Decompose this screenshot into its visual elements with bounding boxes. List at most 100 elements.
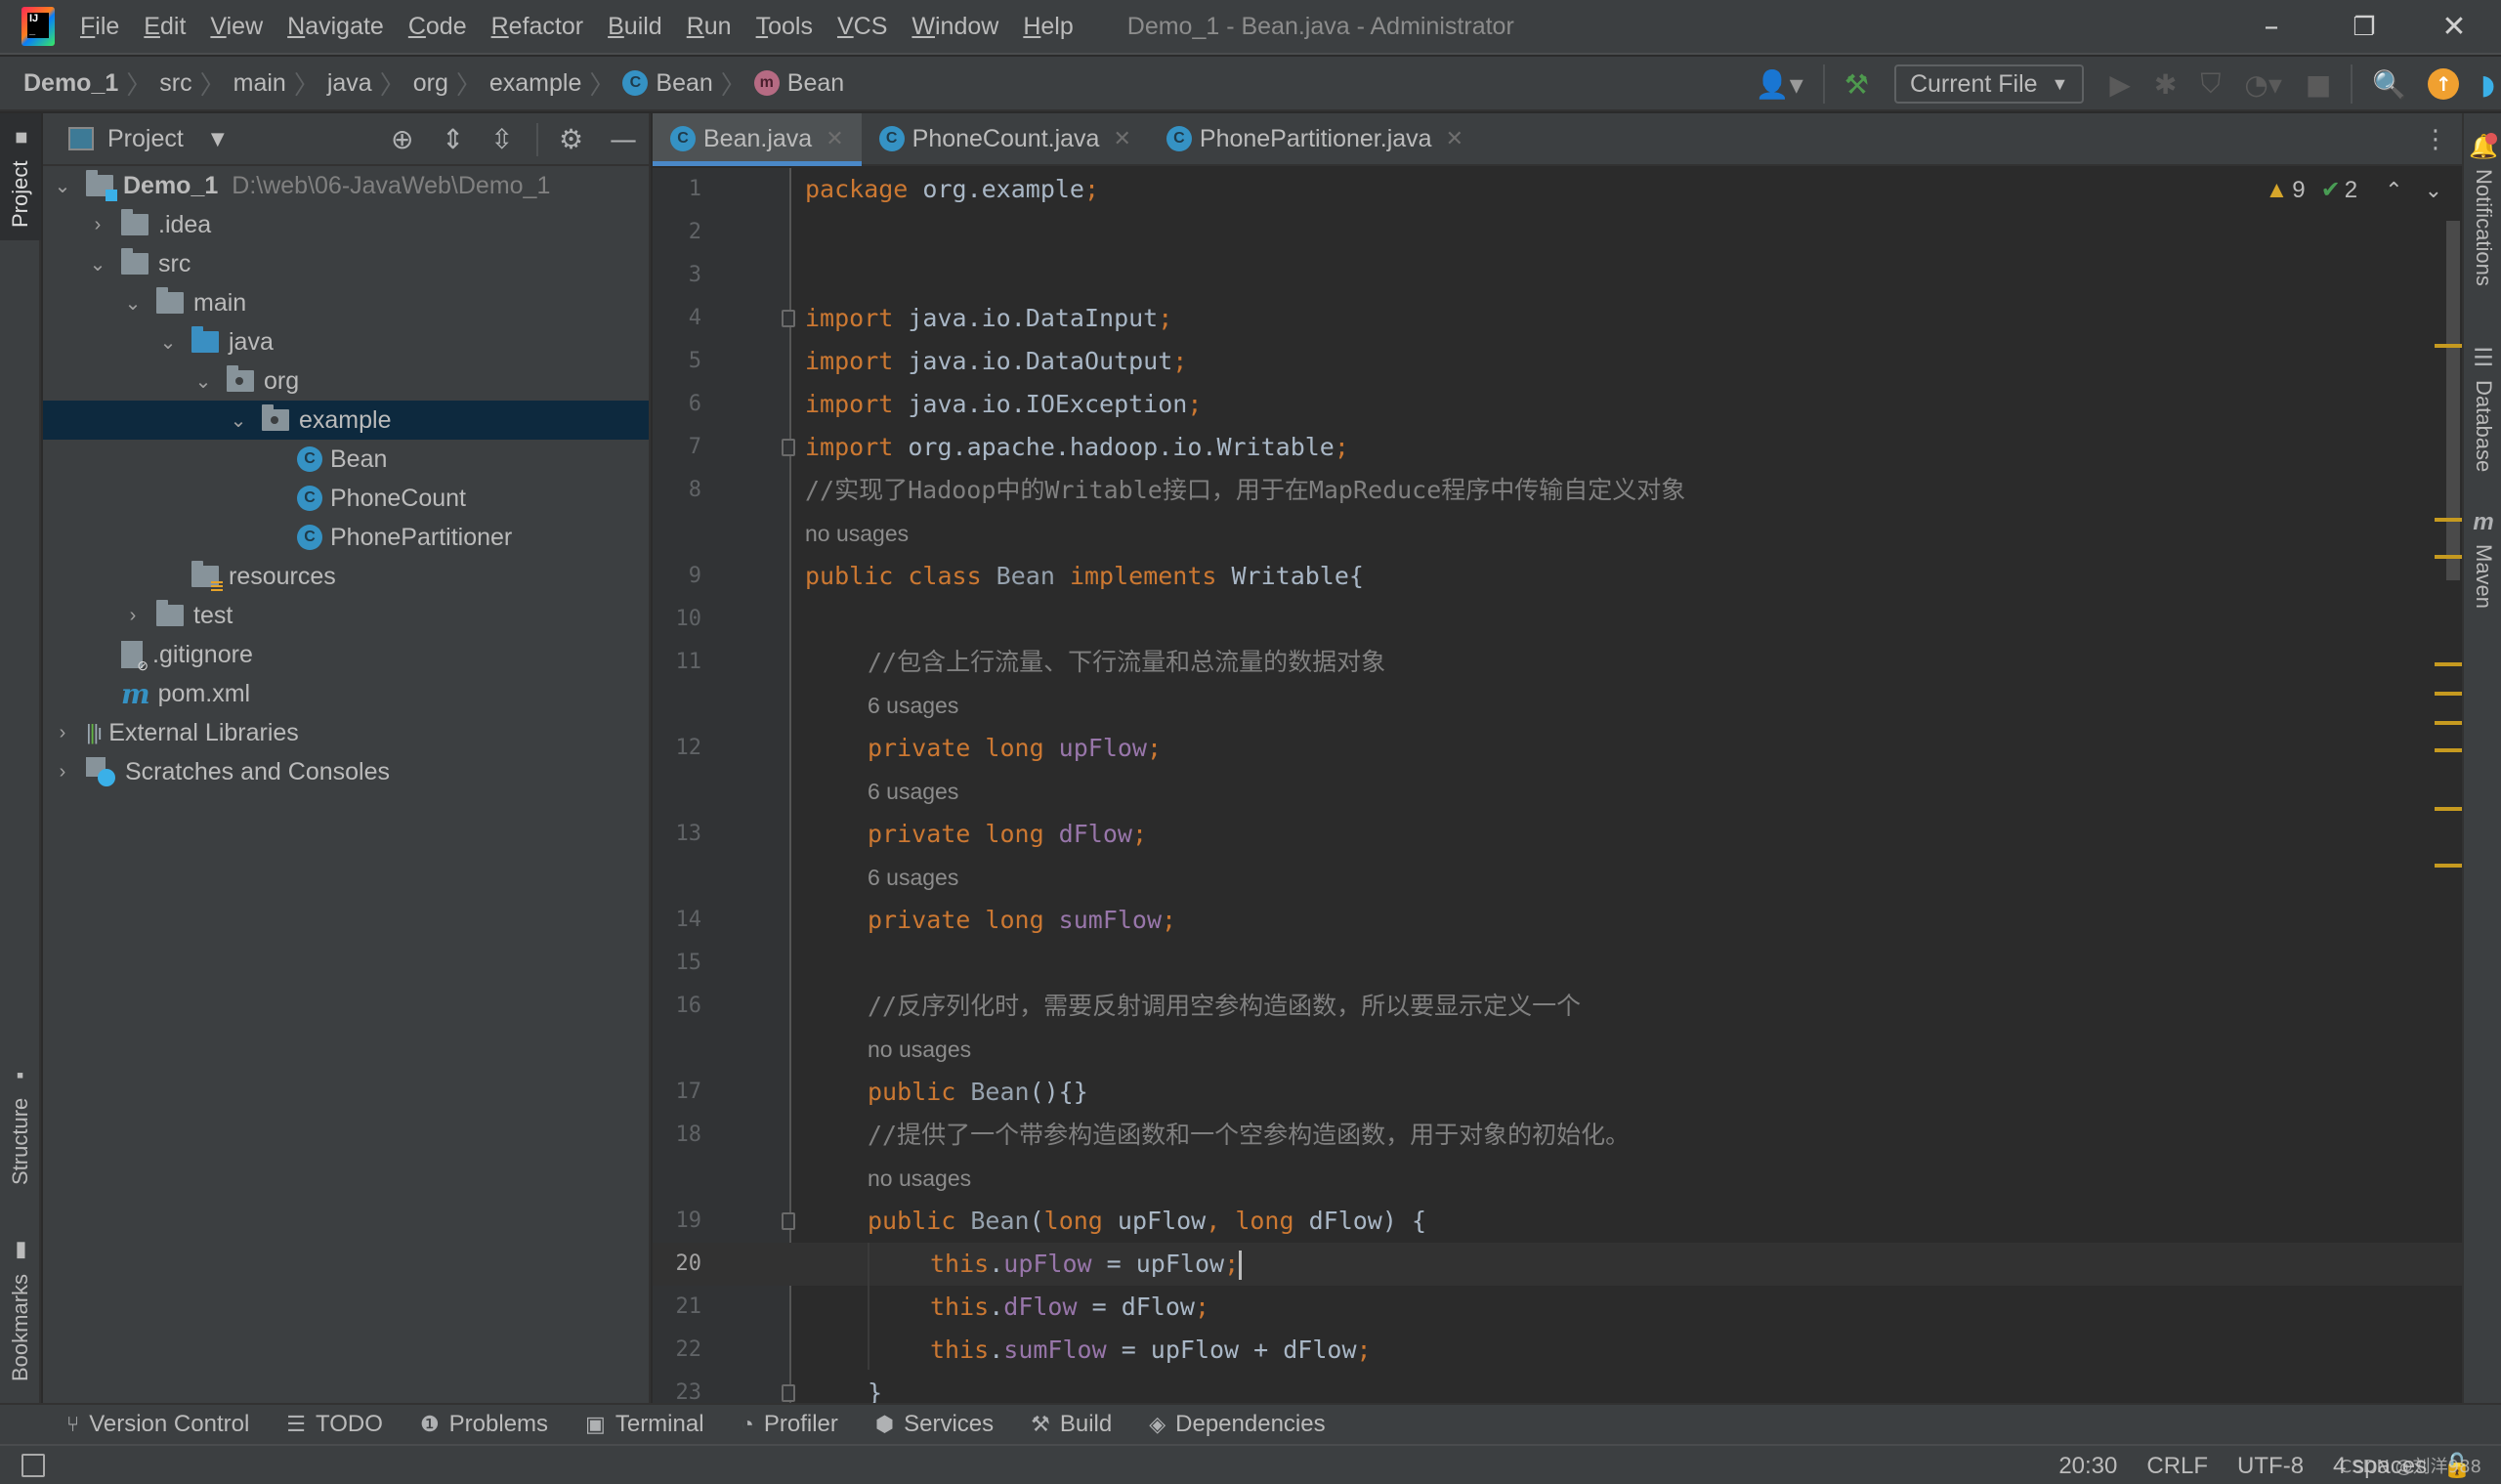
- previous-highlight-icon[interactable]: ⌃: [2385, 178, 2402, 203]
- usages-hint[interactable]: 6 usages: [868, 770, 958, 813]
- tree-item-pom[interactable]: › m pom.xml: [43, 674, 649, 713]
- inspection-widget[interactable]: ▲ 9 ✔ 2 ⌃ ⌄: [2266, 176, 2442, 204]
- search-icon[interactable]: 🔍: [2372, 68, 2406, 101]
- project-view-selector[interactable]: Project: [107, 125, 184, 153]
- tool-version-control[interactable]: ⑂ Version Control: [66, 1411, 249, 1438]
- warning-marker[interactable]: [2435, 692, 2462, 696]
- expand-all-icon[interactable]: ⇕: [442, 123, 464, 155]
- code-editor[interactable]: 1 package org.example; 2 3 4 import java.i…: [653, 168, 2462, 1403]
- build-hammer-icon[interactable]: ⚒: [1844, 68, 1869, 101]
- close-window-button[interactable]: ✕: [2435, 8, 2474, 47]
- warning-marker[interactable]: [2435, 555, 2462, 559]
- chevron-down-icon[interactable]: ⌄: [156, 330, 180, 355]
- menu-file[interactable]: File: [80, 13, 119, 41]
- file-encoding[interactable]: UTF-8: [2237, 1453, 2304, 1480]
- warning-marker[interactable]: [2435, 748, 2462, 752]
- breadcrumb-src[interactable]: src: [159, 69, 191, 98]
- tree-item-demo1[interactable]: ⌄ Demo_1 D:\web\06-JavaWeb\Demo_1: [43, 166, 649, 205]
- tool-tab-structure[interactable]: Structure ▪: [0, 1051, 41, 1198]
- user-icon[interactable]: 👤▾: [1756, 68, 1803, 101]
- menu-view[interactable]: View: [210, 13, 263, 41]
- chevron-down-icon[interactable]: ⌄: [121, 291, 145, 316]
- menu-help[interactable]: Help: [1023, 13, 1073, 41]
- tool-build[interactable]: ⚒ Build: [1031, 1411, 1112, 1438]
- tree-item-scratches[interactable]: › Scratches and Consoles: [43, 752, 649, 791]
- chevron-down-icon[interactable]: ⌄: [227, 408, 250, 433]
- tree-item-test[interactable]: › test: [43, 596, 649, 635]
- chevron-down-icon[interactable]: ⌄: [86, 252, 109, 276]
- tool-services[interactable]: ⬢ Services: [875, 1411, 994, 1438]
- usages-hint[interactable]: 6 usages: [868, 684, 958, 727]
- chevron-right-icon[interactable]: ›: [51, 722, 74, 744]
- tool-tab-maven[interactable]: m Maven: [2464, 509, 2501, 636]
- menu-window[interactable]: Window: [911, 13, 998, 41]
- restore-button[interactable]: ❐: [2345, 8, 2384, 47]
- tree-item-main[interactable]: ⌄ main: [43, 283, 649, 322]
- toolbox-icon[interactable]: ◗: [2480, 68, 2495, 101]
- tool-profiler[interactable]: ◔ Profiler: [742, 1411, 838, 1438]
- tool-todo[interactable]: ☰ TODO: [286, 1411, 383, 1438]
- menu-build[interactable]: Build: [608, 13, 662, 41]
- breadcrumb-method-bean[interactable]: m Bean: [753, 69, 844, 98]
- close-tab-icon[interactable]: ✕: [826, 126, 843, 151]
- gear-icon[interactable]: ⚙: [559, 123, 583, 155]
- warning-marker[interactable]: [2435, 721, 2462, 725]
- tab-phonepartitioner-java[interactable]: C PhonePartitioner.java ✕: [1149, 113, 1481, 164]
- warning-marker[interactable]: [2435, 518, 2462, 522]
- toggle-tool-windows-icon[interactable]: [21, 1453, 45, 1477]
- tool-tab-notifications[interactable]: 🔔 Notifications: [2464, 133, 2501, 328]
- next-highlight-icon[interactable]: ⌄: [2425, 178, 2442, 203]
- tree-item-phonecount[interactable]: › C PhoneCount: [43, 479, 649, 518]
- hide-panel-icon[interactable]: —: [610, 123, 637, 155]
- minimize-button[interactable]: –: [2252, 8, 2291, 47]
- breadcrumb-example[interactable]: example: [489, 69, 582, 98]
- breadcrumb-class-bean[interactable]: C Bean: [622, 69, 713, 98]
- menu-vcs[interactable]: VCS: [837, 13, 887, 41]
- warning-marker[interactable]: [2435, 344, 2462, 348]
- tool-tab-bookmarks[interactable]: Bookmarks ▮: [0, 1227, 41, 1393]
- chevron-right-icon[interactable]: ›: [86, 214, 109, 236]
- menu-code[interactable]: Code: [408, 13, 467, 41]
- fold-marker-icon[interactable]: [782, 310, 795, 327]
- fold-marker-icon[interactable]: [782, 1384, 795, 1402]
- tree-item-phonepartitioner[interactable]: › C PhonePartitioner: [43, 518, 649, 557]
- menu-run[interactable]: Run: [687, 13, 732, 41]
- coverage-icon[interactable]: ⛉: [2200, 67, 2221, 101]
- collapse-all-icon[interactable]: ⇳: [490, 123, 513, 155]
- stop-icon[interactable]: ■: [2306, 68, 2331, 101]
- caret-position[interactable]: 20:30: [2058, 1453, 2117, 1480]
- tree-item-org[interactable]: ⌄ org: [43, 361, 649, 401]
- run-configuration-select[interactable]: Current File ▼: [1893, 64, 2085, 104]
- tool-problems[interactable]: ❶ Problems: [420, 1411, 548, 1438]
- usages-hint[interactable]: no usages: [868, 1157, 971, 1200]
- breadcrumb-project[interactable]: Demo_1: [23, 69, 118, 98]
- tool-tab-database[interactable]: ☰ Database: [2464, 344, 2501, 490]
- warning-marker[interactable]: [2435, 807, 2462, 811]
- chevron-right-icon[interactable]: ›: [51, 761, 74, 784]
- tab-phonecount-java[interactable]: C PhoneCount.java ✕: [862, 113, 1149, 164]
- fold-marker-icon[interactable]: [782, 1212, 795, 1230]
- chevron-down-icon[interactable]: ▼: [211, 129, 225, 149]
- chevron-down-icon[interactable]: ⌄: [191, 369, 215, 394]
- intellij-logo-icon[interactable]: IJ _: [21, 7, 55, 46]
- tree-item-java[interactable]: ⌄ java: [43, 322, 649, 361]
- tree-item-gitignore[interactable]: › .gitignore: [43, 635, 649, 674]
- locate-file-icon[interactable]: ⊕: [391, 123, 413, 155]
- run-icon[interactable]: ▶: [2109, 68, 2131, 101]
- more-tabs-icon[interactable]: ⋮: [2423, 125, 2448, 154]
- tree-item-example[interactable]: ⌄ example: [43, 401, 649, 440]
- usages-hint[interactable]: no usages: [868, 1028, 971, 1071]
- breadcrumb-java[interactable]: java: [327, 69, 372, 98]
- breadcrumb-org[interactable]: org: [413, 69, 448, 98]
- tree-item-src[interactable]: ⌄ src: [43, 244, 649, 283]
- profile-icon[interactable]: ◔▾: [2244, 68, 2282, 101]
- menu-navigate[interactable]: Navigate: [287, 13, 384, 41]
- close-tab-icon[interactable]: ✕: [1113, 126, 1130, 151]
- close-tab-icon[interactable]: ✕: [1446, 126, 1463, 151]
- chevron-right-icon[interactable]: ›: [121, 605, 145, 627]
- tool-terminal[interactable]: ▣ Terminal: [585, 1411, 704, 1438]
- tree-item-resources[interactable]: › resources: [43, 557, 649, 596]
- editor-scrollbar[interactable]: [2446, 221, 2460, 580]
- warning-marker[interactable]: [2435, 662, 2462, 666]
- line-separator[interactable]: CRLF: [2146, 1453, 2208, 1480]
